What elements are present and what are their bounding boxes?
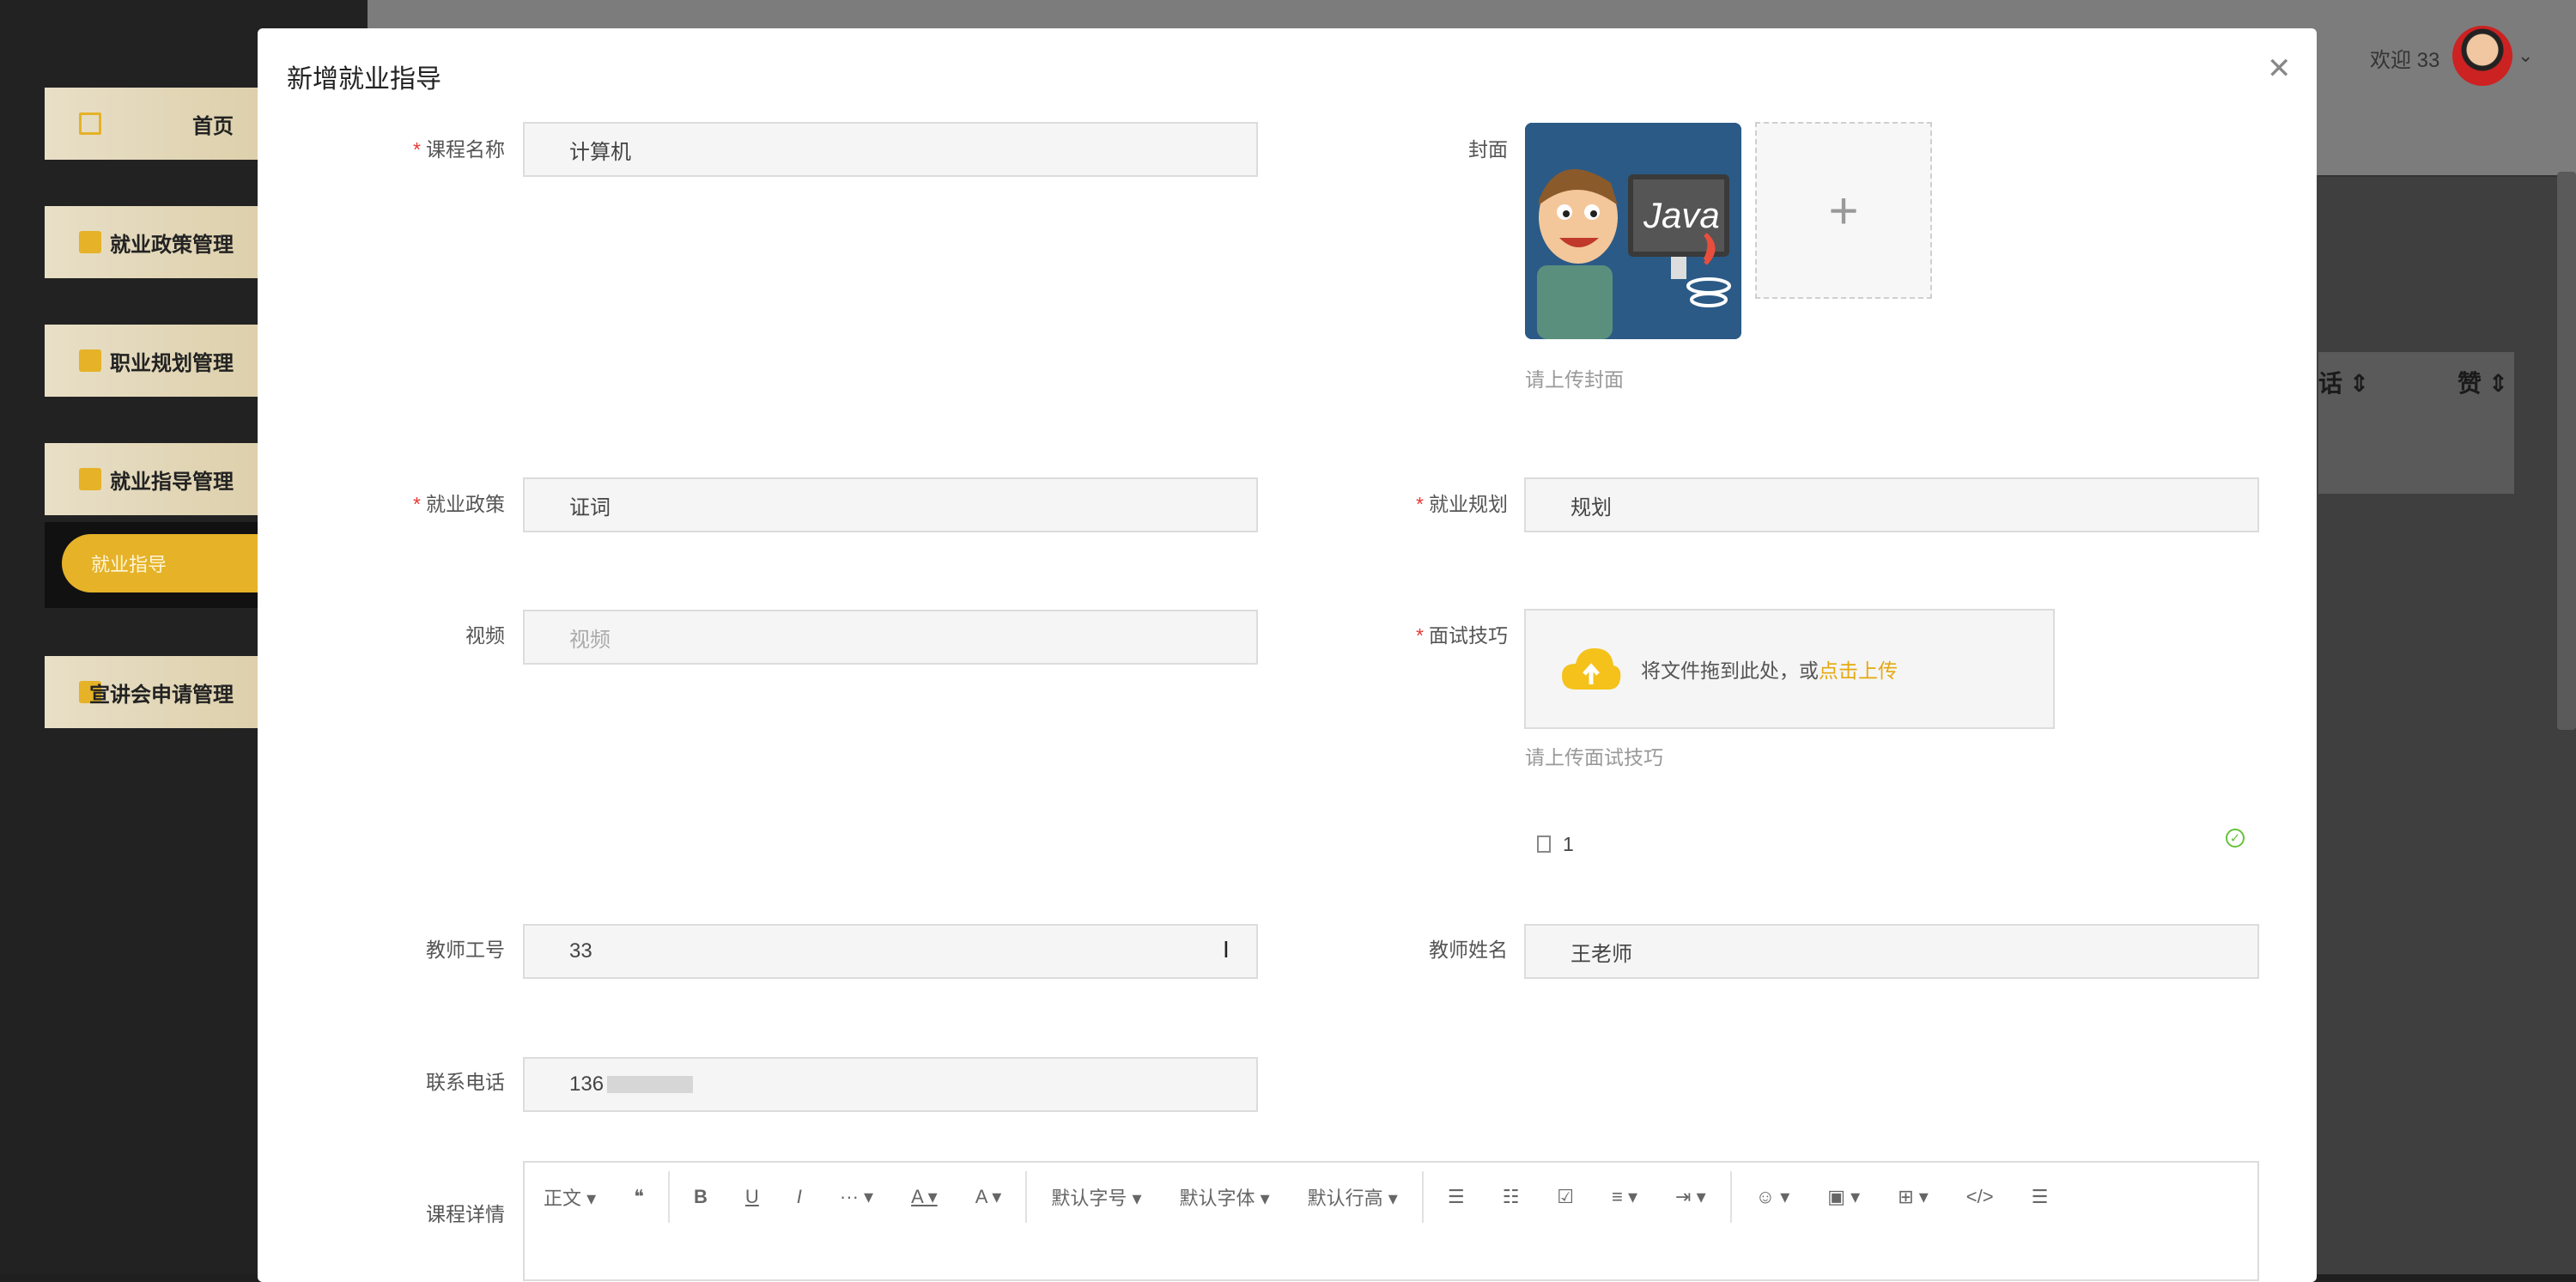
svg-text:Java: Java [1643, 195, 1720, 235]
align-icon[interactable]: ≡ ▾ [1593, 1186, 1656, 1208]
teacher-name-label: 教师姓名 [1429, 939, 1508, 961]
file-name: 1 [1563, 832, 1574, 855]
quote-icon[interactable]: ❝ [615, 1186, 663, 1208]
paragraph-style-dropdown[interactable]: 正文 ▾ [525, 1183, 615, 1211]
toolbar-divider [1025, 1171, 1028, 1223]
image-icon[interactable]: ▣ ▾ [1808, 1186, 1879, 1208]
details-label: 课程详情 [426, 1203, 505, 1225]
emoji-icon[interactable]: ☺ ▾ [1737, 1186, 1809, 1208]
java-cartoon-icon: Java [1525, 123, 1741, 339]
sidebar-item-label: 首页 [192, 114, 234, 138]
toolbar-divider [1729, 1171, 1732, 1223]
teacher-id-input[interactable]: 33 [523, 924, 1258, 979]
font-family-dropdown[interactable]: 默认字体 ▾ [1160, 1183, 1288, 1211]
cover-image[interactable]: Java [1525, 123, 1741, 339]
interview-hint: 请上传面试技巧 [1525, 746, 1663, 769]
cover-hint: 请上传封面 [1525, 368, 1624, 391]
code-icon[interactable]: </> [1947, 1186, 2013, 1208]
check-circle-icon: ✓ [2226, 829, 2245, 848]
add-cover-button[interactable]: + [1755, 122, 1932, 299]
line-height-dropdown[interactable]: 默认行高 ▾ [1289, 1183, 1417, 1211]
bold-icon[interactable]: B [675, 1186, 726, 1208]
video-input[interactable]: 视频 [523, 610, 1258, 665]
welcome-text: 欢迎 33 [2370, 49, 2440, 72]
interview-upload-dropzone[interactable]: 将文件拖到此处，或点击上传 [1524, 609, 2055, 729]
table-header-call: 话 ⇕ [2318, 370, 2370, 397]
policy-input[interactable]: 证词 [523, 477, 1258, 532]
course-name-input[interactable]: 计算机 [523, 122, 1258, 177]
cover-label: 封面 [1468, 138, 1508, 161]
header-divider [2318, 175, 2576, 177]
plan-label: * 就业规划 [1416, 493, 1508, 515]
toolbar-divider [668, 1171, 671, 1223]
avatar[interactable] [2452, 26, 2512, 86]
click-upload-link[interactable]: 点击上传 [1819, 659, 1898, 682]
sidebar-item-label: 宣讲会申请管理 [89, 683, 234, 707]
phone-label: 联系电话 [426, 1071, 505, 1093]
table-icon[interactable]: ⊞ ▾ [1879, 1186, 1947, 1208]
interview-label: * 面试技巧 [1416, 624, 1508, 647]
document-icon [1537, 835, 1551, 853]
chevron-down-icon[interactable]: ⌄ [2518, 45, 2533, 67]
underline-icon[interactable]: U [726, 1186, 778, 1208]
indent-icon[interactable]: ⇥ ▾ [1656, 1186, 1725, 1208]
upload-text: 将文件拖到此处，或点击上传 [1641, 659, 1898, 682]
background-color-icon[interactable]: A ▾ [957, 1186, 1021, 1208]
numbered-list-icon[interactable]: ☷ [1484, 1186, 1539, 1208]
sidebar-item-label: 职业规划管理 [110, 351, 234, 375]
todo-icon[interactable]: ☑ [1538, 1186, 1593, 1208]
divider-icon[interactable]: ☰ [2013, 1186, 2068, 1208]
text-cursor-icon: I [1223, 936, 1230, 963]
rich-text-editor[interactable]: 正文 ▾ ❝ B U I ··· ▾ A ▾ A ▾ 默认字号 ▾ 默认字体 ▾… [523, 1161, 2259, 1281]
editor-toolbar: 正文 ▾ ❝ B U I ··· ▾ A ▾ A ▾ 默认字号 ▾ 默认字体 ▾… [525, 1163, 2257, 1231]
dialog-title: 新增就业指导 [287, 65, 441, 94]
uploaded-file-item[interactable]: 1 [1537, 827, 2516, 861]
font-size-dropdown[interactable]: 默认字号 ▾ [1032, 1183, 1160, 1211]
video-label: 视频 [465, 624, 505, 647]
more-icon[interactable]: ··· ▾ [821, 1186, 892, 1208]
font-color-icon[interactable]: A ▾ [892, 1186, 957, 1208]
redacted-block [607, 1076, 694, 1093]
sidebar-item-label: 就业政策管理 [110, 233, 234, 257]
phone-input[interactable]: 136 [523, 1057, 1258, 1112]
table-header-like: 赞 ⇕ [2458, 370, 2509, 397]
italic-icon[interactable]: I [778, 1186, 821, 1208]
cloud-upload-icon [1562, 648, 1621, 690]
bullet-list-icon[interactable]: ☰ [1429, 1186, 1484, 1208]
toolbar-divider [1421, 1171, 1424, 1223]
close-icon[interactable]: ✕ [2267, 54, 2292, 83]
course-name-label: * 课程名称 [413, 138, 505, 161]
policy-label: * 就业政策 [413, 493, 505, 515]
plan-input[interactable]: 规划 [1524, 477, 2259, 532]
teacher-name-input[interactable]: 王老师 [1524, 924, 2259, 979]
scrollbar[interactable] [2557, 172, 2576, 730]
teacher-id-label: 教师工号 [426, 939, 505, 961]
sidebar-item-label: 就业指导管理 [110, 470, 234, 494]
add-guidance-dialog: 新增就业指导 ✕ * 课程名称 计算机 封面 Java + 请上传封面 * 就业政策… [258, 28, 2317, 1282]
